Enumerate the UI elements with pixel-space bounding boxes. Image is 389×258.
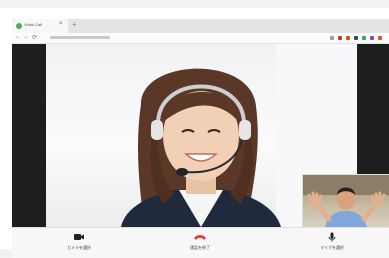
- extension-icon[interactable]: [338, 36, 342, 40]
- browser-toolbar: ← → ⟳: [12, 33, 389, 44]
- mic-select-button[interactable]: マイクを選択: [302, 232, 362, 254]
- forward-icon[interactable]: →: [23, 34, 29, 40]
- profile-icon[interactable]: [378, 36, 382, 40]
- camera-select-label: カメラを選択: [67, 245, 91, 250]
- favicon-icon: [16, 23, 22, 29]
- new-tab-button[interactable]: +: [72, 20, 77, 29]
- self-view-illustration: [303, 175, 389, 227]
- browser-window: Video Call × + ← → ⟳ カメラを選択 通話を終了 マイクを選択: [0, 8, 389, 258]
- phone-hangup-icon: [194, 235, 206, 240]
- address-bar[interactable]: [50, 36, 110, 39]
- call-controls: カメラを選択 通話を終了 マイクを選択: [12, 227, 389, 258]
- mic-select-label: マイクを選択: [320, 245, 344, 250]
- reload-icon[interactable]: ⟳: [32, 34, 37, 41]
- tab-close-icon[interactable]: ×: [59, 21, 63, 27]
- self-view-video[interactable]: [302, 174, 389, 227]
- extension-icon[interactable]: [370, 36, 374, 40]
- extension-icon[interactable]: [346, 36, 350, 40]
- tab-bar: Video Call × +: [12, 19, 389, 33]
- back-icon[interactable]: ←: [15, 34, 21, 40]
- video-stage: [12, 44, 389, 227]
- tab-title: Video Call: [24, 22, 43, 27]
- extension-icon[interactable]: [354, 36, 358, 40]
- extension-icon[interactable]: [330, 36, 334, 40]
- browser-tab[interactable]: Video Call ×: [12, 19, 68, 33]
- camera-icon: [74, 234, 84, 240]
- extension-icon[interactable]: [362, 36, 366, 40]
- microphone-icon: [328, 232, 336, 242]
- end-call-button[interactable]: 通話を終了: [170, 232, 230, 254]
- camera-select-button[interactable]: カメラを選択: [49, 232, 109, 254]
- end-call-label: 通話を終了: [190, 245, 210, 250]
